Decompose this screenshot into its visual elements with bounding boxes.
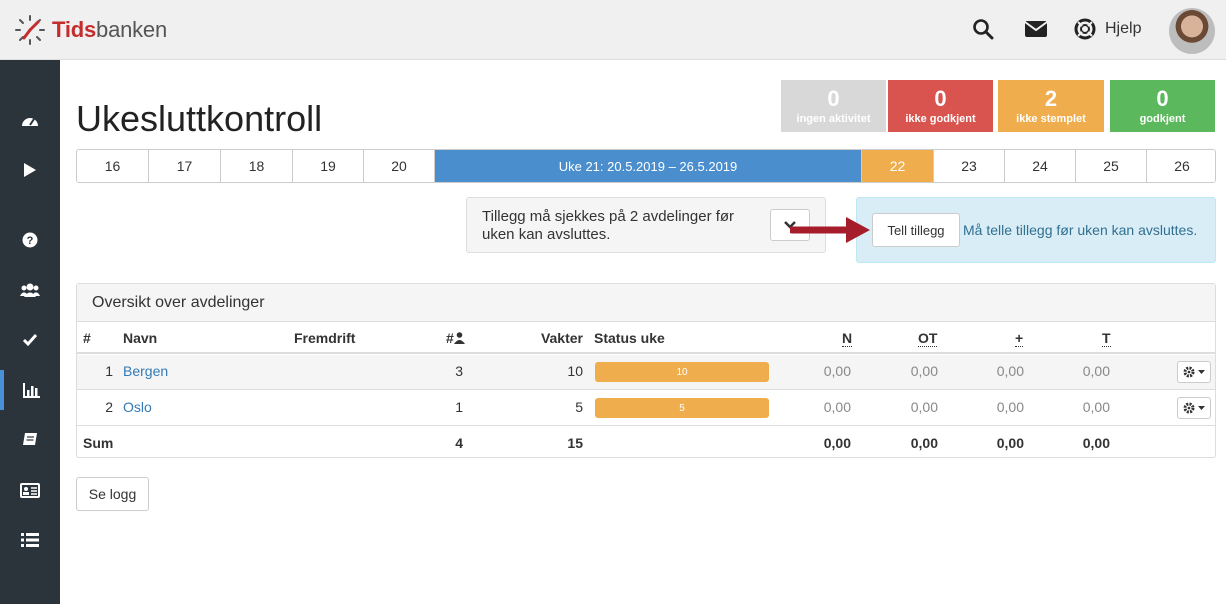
help-link[interactable]: Hjelp bbox=[1105, 20, 1141, 38]
info-alert: Tell tillegg Må telle tillegg før uken k… bbox=[856, 197, 1216, 263]
sidebar-item-list[interactable] bbox=[0, 520, 60, 560]
caret-down-icon bbox=[1198, 369, 1205, 374]
col-num: # bbox=[83, 330, 91, 346]
col-status: Status uke bbox=[594, 330, 665, 346]
bar-chart-icon bbox=[23, 383, 40, 398]
notice-text: Tillegg må sjekkes på 2 avdelinger før u… bbox=[482, 208, 735, 243]
logo-text: Tidsbanken bbox=[52, 17, 168, 42]
gear-icon bbox=[1183, 366, 1195, 378]
week-button[interactable]: 18 bbox=[221, 150, 293, 182]
sidebar: ? bbox=[0, 60, 60, 604]
gear-icon bbox=[1183, 402, 1195, 414]
week-button[interactable]: 19 bbox=[293, 150, 364, 182]
week-button[interactable]: 26 bbox=[1147, 150, 1215, 182]
week-button[interactable]: 20 bbox=[364, 150, 435, 182]
table-row: 1 Bergen 3 10 10 0,00 0,00 0,00 0,00 bbox=[77, 355, 1215, 390]
page-title: Ukesluttkontroll bbox=[76, 98, 323, 139]
count-supplements-button[interactable]: Tell tillegg bbox=[872, 213, 960, 247]
dashboard-icon bbox=[22, 118, 38, 126]
kpi-not-approved[interactable]: 0 ikke godkjent bbox=[888, 80, 993, 132]
book-icon bbox=[23, 433, 37, 445]
annotation-arrow-icon bbox=[790, 217, 870, 243]
col-count[interactable]: # bbox=[446, 330, 465, 346]
user-icon bbox=[453, 332, 465, 344]
sidebar-item-check[interactable] bbox=[0, 320, 60, 360]
department-link[interactable]: Oslo bbox=[123, 399, 152, 415]
search-icon[interactable] bbox=[972, 18, 994, 40]
kpi-not-stamped[interactable]: 2 ikke stemplet bbox=[998, 80, 1104, 132]
sidebar-item-play[interactable] bbox=[0, 150, 60, 190]
lifebuoy-icon[interactable] bbox=[1074, 18, 1096, 40]
show-log-button[interactable]: Se logg bbox=[76, 477, 149, 511]
users-icon bbox=[20, 283, 40, 297]
week-selector: 16 17 18 19 20 Uke 21: 20.5.2019 – 26.5.… bbox=[76, 149, 1216, 183]
status-bar: 5 bbox=[595, 398, 769, 418]
department-link[interactable]: Bergen bbox=[123, 363, 168, 379]
col-progress: Fremdrift bbox=[294, 330, 356, 346]
id-card-icon bbox=[20, 482, 40, 498]
col-name[interactable]: Navn bbox=[123, 330, 157, 346]
sidebar-item-help[interactable]: ? bbox=[0, 220, 60, 260]
logo-icon bbox=[15, 15, 45, 45]
logo[interactable]: Tidsbanken bbox=[14, 14, 167, 46]
col-t[interactable]: T bbox=[1102, 330, 1111, 347]
week-button-warning[interactable]: 22 bbox=[862, 150, 934, 182]
sidebar-item-dashboard[interactable] bbox=[0, 102, 60, 142]
check-icon bbox=[22, 334, 38, 347]
avatar[interactable] bbox=[1169, 8, 1215, 54]
departments-panel: Oversikt over avdelinger # Navn Fremdrif… bbox=[76, 283, 1216, 458]
kpi-approved[interactable]: 0 godkjent bbox=[1110, 80, 1215, 132]
top-bar: Tidsbanken Hjelp bbox=[0, 0, 1226, 60]
info-text: Må telle tillegg før uken kan avsluttes. bbox=[963, 222, 1198, 238]
table-sum-row: Sum 4 15 0,00 0,00 0,00 0,00 bbox=[83, 435, 1110, 451]
table-header: # Navn Fremdrift # Vakter Status uke N O… bbox=[77, 322, 1215, 354]
status-bar: 10 bbox=[595, 362, 769, 382]
svg-text:?: ? bbox=[27, 235, 34, 247]
week-button[interactable]: 23 bbox=[934, 150, 1005, 182]
week-button[interactable]: 16 bbox=[77, 150, 149, 182]
sidebar-item-book[interactable] bbox=[0, 420, 60, 460]
panel-title: Oversikt over avdelinger bbox=[77, 284, 1215, 322]
col-shifts[interactable]: Vakter bbox=[523, 330, 583, 346]
envelope-icon[interactable] bbox=[1024, 20, 1048, 38]
col-n[interactable]: N bbox=[842, 330, 853, 347]
row-settings-button[interactable] bbox=[1177, 397, 1211, 419]
supplement-notice: Tillegg må sjekkes på 2 avdelinger før u… bbox=[466, 197, 826, 253]
list-icon bbox=[21, 533, 39, 547]
sidebar-item-reports[interactable] bbox=[0, 370, 60, 410]
row-settings-button[interactable] bbox=[1177, 361, 1211, 383]
sidebar-item-id-card[interactable] bbox=[0, 470, 60, 510]
current-week-button[interactable]: Uke 21: 20.5.2019 – 26.5.2019 bbox=[435, 150, 862, 182]
play-icon bbox=[24, 163, 36, 177]
caret-down-icon bbox=[1198, 405, 1205, 410]
col-ot[interactable]: OT bbox=[918, 330, 938, 347]
col-plus[interactable]: + bbox=[1015, 330, 1024, 347]
kpi-no-activity[interactable]: 0 ingen aktivitet bbox=[781, 80, 886, 132]
week-button[interactable]: 25 bbox=[1076, 150, 1147, 182]
week-button[interactable]: 24 bbox=[1005, 150, 1076, 182]
table-row: 2 Oslo 1 5 5 0,00 0,00 0,00 0,00 bbox=[77, 391, 1215, 426]
sidebar-item-users[interactable] bbox=[0, 270, 60, 310]
question-icon: ? bbox=[22, 232, 38, 248]
week-button[interactable]: 17 bbox=[149, 150, 221, 182]
